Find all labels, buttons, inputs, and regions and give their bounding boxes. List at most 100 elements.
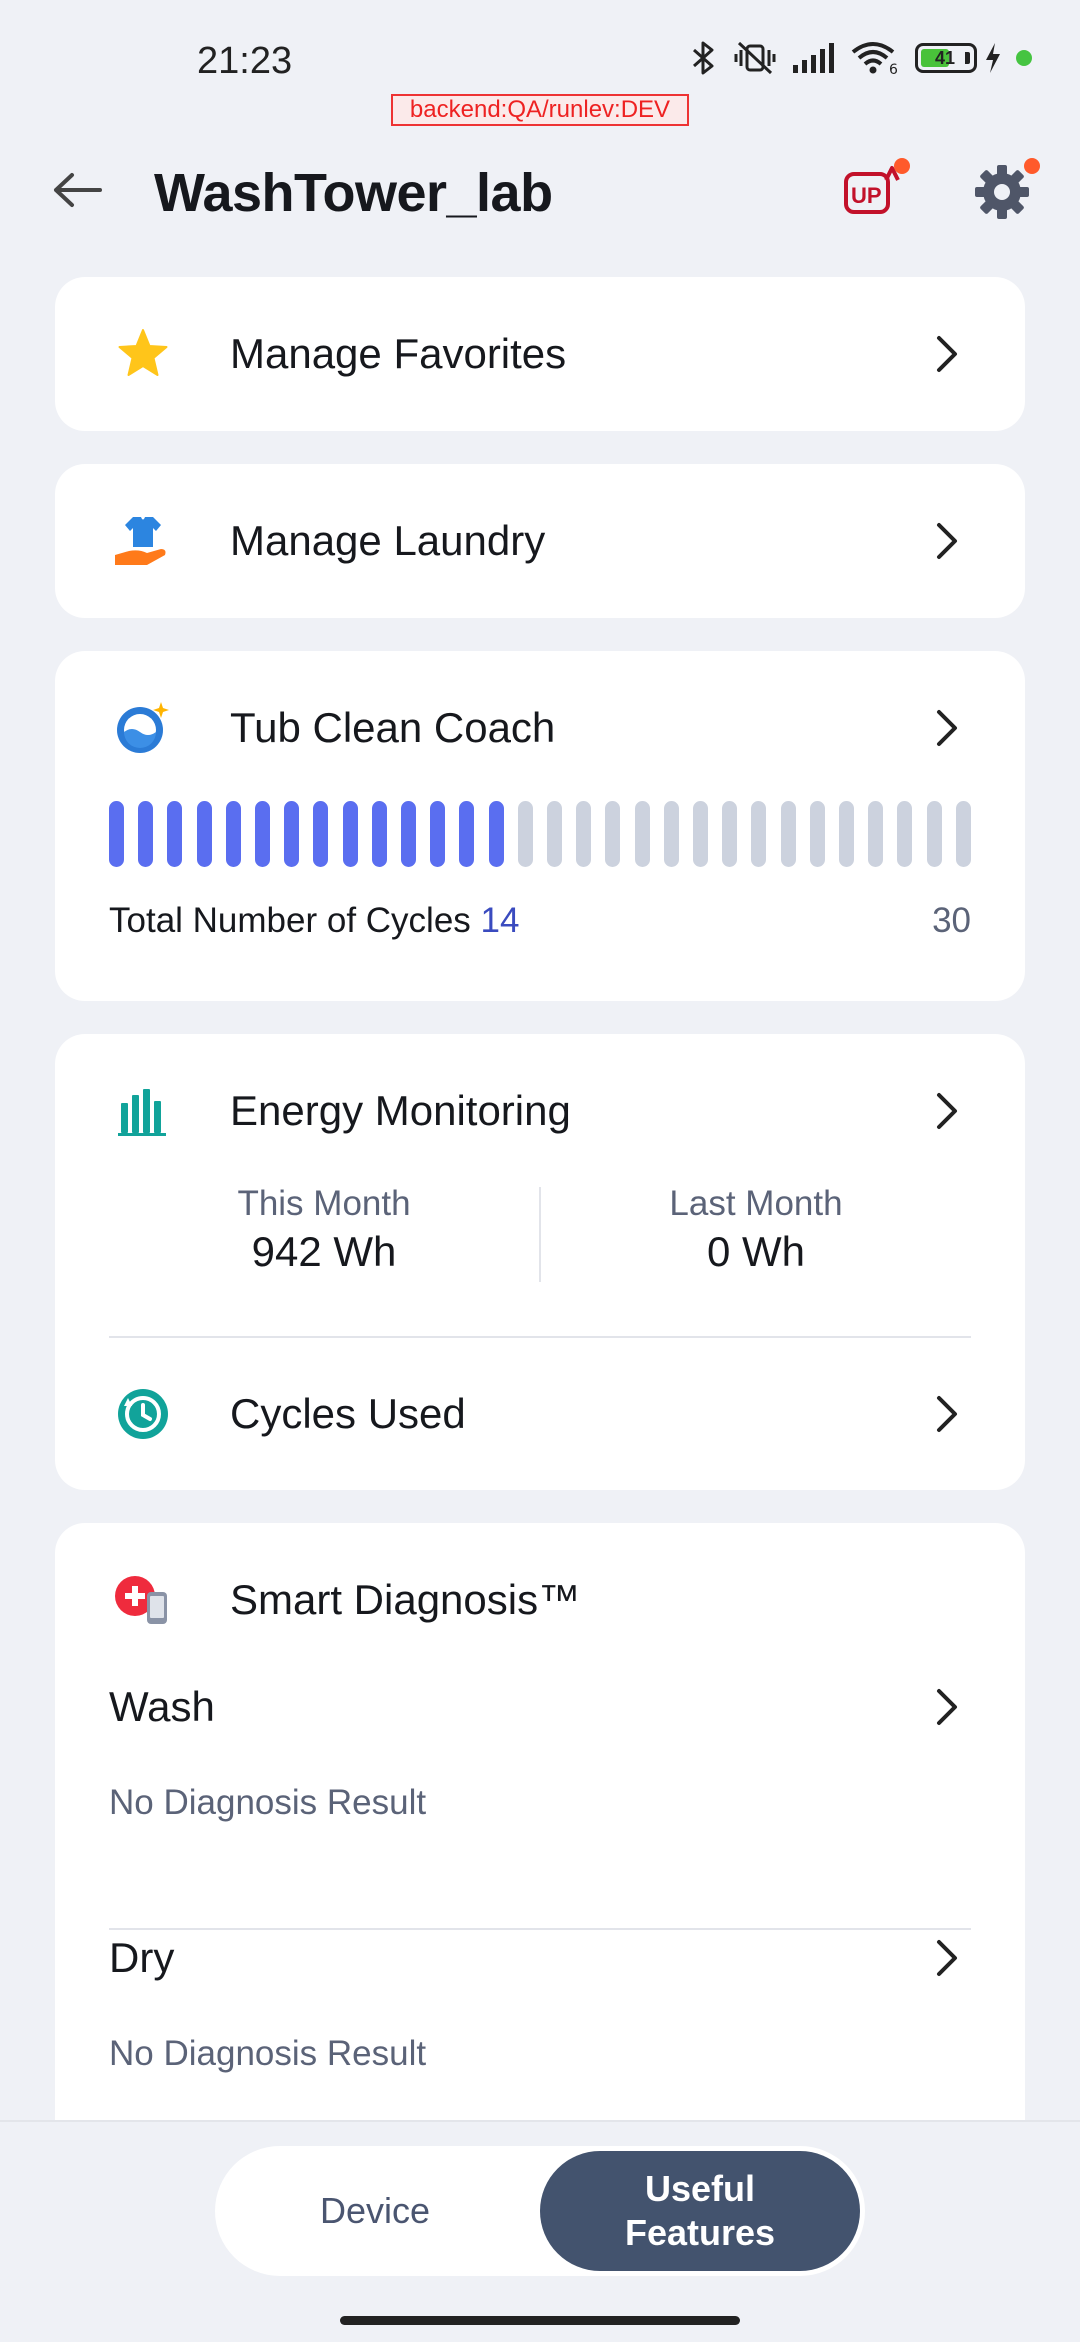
- progress-segment: [751, 801, 767, 867]
- last-month-value: 0 Wh: [706, 1228, 806, 1275]
- notification-dot: [894, 158, 910, 174]
- progress-segment: [897, 801, 913, 867]
- signal-icon: [791, 41, 837, 75]
- privacy-indicator-dot: [1016, 50, 1032, 66]
- bluetooth-icon: [689, 40, 719, 76]
- bottom-tab-bar: Device Useful Features: [0, 2120, 1080, 2342]
- divider: [109, 1928, 971, 1930]
- progress-segment: [430, 801, 446, 867]
- battery-level: 41: [935, 47, 956, 68]
- tab-device[interactable]: Device: [220, 2151, 530, 2271]
- status-time: 21:23: [197, 40, 293, 82]
- tab-useful-features-line2: Features: [624, 2212, 776, 2253]
- chevron-right-icon: [927, 334, 967, 374]
- this-month-stat: This Month 942 Wh: [109, 1184, 539, 1276]
- dry-diagnosis-row[interactable]: Dry No Diagnosis Result: [55, 1934, 1025, 2073]
- tub-clean-coach-label: Tub Clean Coach: [230, 704, 556, 751]
- smart-diagnosis-title: Smart Diagnosis™: [230, 1576, 581, 1623]
- progress-segment: [342, 801, 358, 867]
- tub-clean-coach-card: Tub Clean Coach Total Number of Cycles 1…: [55, 651, 1025, 1001]
- svg-text:UP: UP: [851, 183, 882, 208]
- page-title: WashTower_lab: [154, 163, 553, 223]
- energy-monitoring-row[interactable]: Energy Monitoring: [55, 1034, 1025, 1188]
- wash-label: Wash: [109, 1683, 215, 1730]
- chevron-right-icon: [927, 708, 967, 748]
- dry-result: No Diagnosis Result: [109, 2034, 427, 2073]
- shirt-hand-icon: [113, 511, 173, 571]
- vibrate-off-icon: [733, 40, 777, 76]
- header: WashTower_lab UP: [0, 128, 1080, 248]
- progress-segment: [313, 801, 329, 867]
- progress-segment: [517, 801, 533, 867]
- chevron-right-icon: [927, 1091, 967, 1131]
- settings-button[interactable]: [970, 158, 1040, 222]
- total-cycles-value: 14: [480, 901, 520, 940]
- progress-segment: [868, 801, 884, 867]
- progress-segment: [693, 801, 709, 867]
- manage-favorites-label: Manage Favorites: [230, 330, 567, 377]
- energy-monitoring-card: Energy Monitoring This Month 942 Wh Last…: [55, 1034, 1025, 1490]
- this-month-label: This Month: [237, 1184, 411, 1223]
- svg-text:6: 6: [889, 62, 898, 76]
- manage-favorites-card[interactable]: Manage Favorites: [55, 277, 1025, 431]
- smart-diagnosis-card: Smart Diagnosis™ Wash No Diagnosis Resul…: [55, 1523, 1025, 2173]
- tab-switcher: Device Useful Features: [215, 2146, 865, 2276]
- progress-segment: [605, 801, 621, 867]
- notification-dot: [1024, 158, 1040, 174]
- home-indicator[interactable]: [340, 2316, 740, 2325]
- progress-segment: [225, 801, 241, 867]
- progress-segment: [780, 801, 796, 867]
- progress-segment: [663, 801, 679, 867]
- progress-segment: [576, 801, 592, 867]
- arrow-left-icon: [54, 173, 102, 207]
- manage-laundry-card[interactable]: Manage Laundry: [55, 464, 1025, 618]
- upgrade-button[interactable]: UP: [842, 158, 910, 222]
- manage-laundry-label: Manage Laundry: [230, 517, 546, 564]
- total-cycles-max: 30: [932, 901, 971, 940]
- debug-banner: backend:QA/runlev:DEV: [391, 94, 689, 126]
- progress-segment: [284, 801, 300, 867]
- progress-segment: [196, 801, 212, 867]
- last-month-stat: Last Month 0 Wh: [541, 1184, 971, 1276]
- progress-segment: [839, 801, 855, 867]
- progress-segment: [488, 801, 504, 867]
- tab-useful-features[interactable]: Useful Features: [540, 2151, 860, 2271]
- progress-segment: [459, 801, 475, 867]
- diagnosis-phone-icon: [113, 1570, 173, 1630]
- last-month-label: Last Month: [669, 1184, 843, 1223]
- chevron-right-icon: [927, 1938, 967, 1978]
- cycles-used-row[interactable]: Cycles Used: [55, 1338, 1025, 1490]
- tab-useful-features-line1: Useful: [644, 2168, 755, 2209]
- this-month-value: 942 Wh: [251, 1228, 397, 1275]
- progress-segment: [109, 801, 124, 867]
- progress-segment: [926, 801, 942, 867]
- total-cycles-text: Total Number of Cycles 14: [109, 901, 519, 941]
- tub-clean-progress-bar: [109, 801, 971, 867]
- chevron-right-icon: [927, 521, 967, 561]
- star-icon: [113, 324, 173, 384]
- bar-chart-icon: [113, 1081, 173, 1141]
- tub-clean-icon: [113, 698, 173, 758]
- progress-segment: [138, 801, 154, 867]
- chevron-right-icon: [927, 1394, 967, 1434]
- energy-monitoring-label: Energy Monitoring: [230, 1087, 571, 1134]
- clock-history-icon: [113, 1384, 173, 1444]
- progress-segment: [255, 801, 271, 867]
- wash-result: No Diagnosis Result: [109, 1783, 427, 1822]
- total-cycles-label: Total Number of Cycles: [109, 901, 471, 940]
- progress-segment: [547, 801, 563, 867]
- chevron-right-icon: [927, 1687, 967, 1727]
- wash-diagnosis-row[interactable]: Wash No Diagnosis Result: [55, 1683, 1025, 1822]
- smart-diagnosis-header: Smart Diagnosis™: [55, 1523, 1025, 1677]
- tub-clean-coach-row[interactable]: Tub Clean Coach: [55, 651, 1025, 805]
- status-icons: 6 41: [689, 40, 1032, 76]
- progress-segment: [167, 801, 183, 867]
- status-bar: 21:23 6 41 backend:QA/runlev:DEV: [0, 0, 1080, 130]
- progress-segment: [809, 801, 825, 867]
- progress-segment: [634, 801, 650, 867]
- back-button[interactable]: [46, 158, 110, 222]
- charging-icon: [984, 42, 1002, 74]
- progress-segment: [371, 801, 387, 867]
- progress-segment: [722, 801, 738, 867]
- dry-label: Dry: [109, 1934, 175, 1981]
